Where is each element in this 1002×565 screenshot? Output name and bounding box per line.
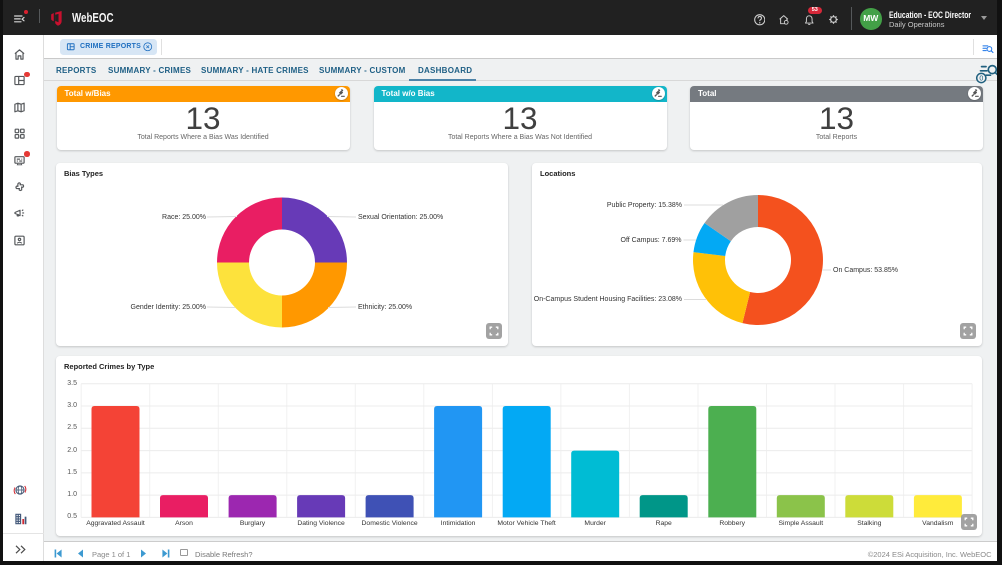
svg-text:0: 0 xyxy=(979,76,983,83)
